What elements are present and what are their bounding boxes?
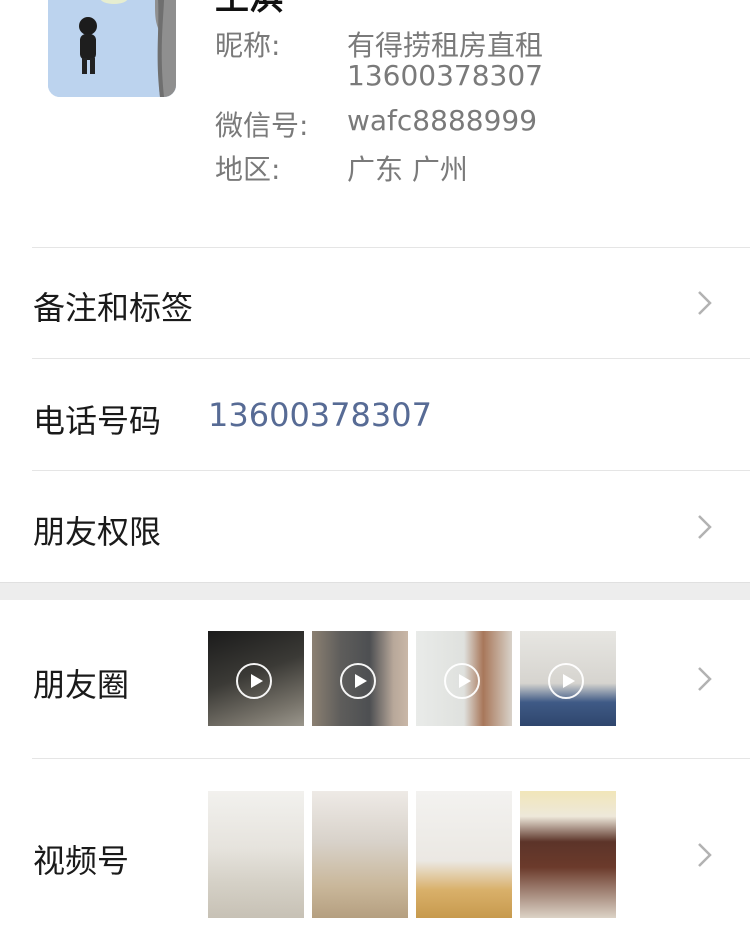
phone-label: 电话号码 bbox=[33, 402, 162, 440]
phone-number-link[interactable]: 13600378307 bbox=[208, 396, 432, 434]
chevron-right-icon bbox=[698, 667, 712, 691]
moments-thumbnail[interactable] bbox=[416, 631, 512, 726]
moments-thumbnail[interactable] bbox=[208, 631, 304, 726]
avatar[interactable] bbox=[48, 0, 176, 97]
play-circle-icon bbox=[444, 663, 480, 699]
play-circle-icon bbox=[548, 663, 584, 699]
nickname-value-line2: 13600378307 bbox=[347, 59, 543, 92]
nickname-label: 昵称: bbox=[215, 29, 281, 62]
remarks-label: 备注和标签 bbox=[33, 289, 194, 327]
channels-thumbnail[interactable] bbox=[312, 791, 408, 918]
channels-row[interactable]: 视频号 bbox=[0, 759, 750, 949]
region-value: 广东 广州 bbox=[347, 153, 468, 186]
friend-permissions-row[interactable]: 朋友权限 bbox=[0, 471, 750, 582]
profile-name: 王淇 bbox=[215, 0, 283, 19]
nickname-value: 有得捞租房直租 bbox=[347, 29, 544, 62]
wechat-id-value: wafc8888999 bbox=[347, 104, 538, 137]
channels-thumbnail[interactable] bbox=[416, 791, 512, 918]
play-circle-icon bbox=[236, 663, 272, 699]
chevron-right-icon bbox=[698, 291, 712, 315]
phone-row: 电话号码 13600378307 bbox=[0, 359, 750, 470]
moments-label: 朋友圈 bbox=[33, 666, 130, 704]
friend-permissions-label: 朋友权限 bbox=[33, 513, 162, 551]
wechat-id-label: 微信号: bbox=[215, 109, 309, 142]
channels-label: 视频号 bbox=[33, 842, 130, 880]
moments-row[interactable]: 朋友圈 bbox=[0, 600, 750, 758]
section-gap bbox=[0, 582, 750, 601]
remarks-row[interactable]: 备注和标签 bbox=[0, 248, 750, 358]
moments-thumbnail[interactable] bbox=[312, 631, 408, 726]
chevron-right-icon bbox=[698, 843, 712, 867]
chevron-right-icon bbox=[698, 515, 712, 539]
region-label: 地区: bbox=[215, 153, 281, 186]
moments-thumbnail[interactable] bbox=[520, 631, 616, 726]
play-circle-icon bbox=[340, 663, 376, 699]
channels-thumbnail[interactable] bbox=[208, 791, 304, 918]
profile-header: 王淇 昵称: 有得捞租房直租 13600378307 微信号: wafc8888… bbox=[0, 0, 750, 247]
channels-thumbnail[interactable] bbox=[520, 791, 616, 918]
